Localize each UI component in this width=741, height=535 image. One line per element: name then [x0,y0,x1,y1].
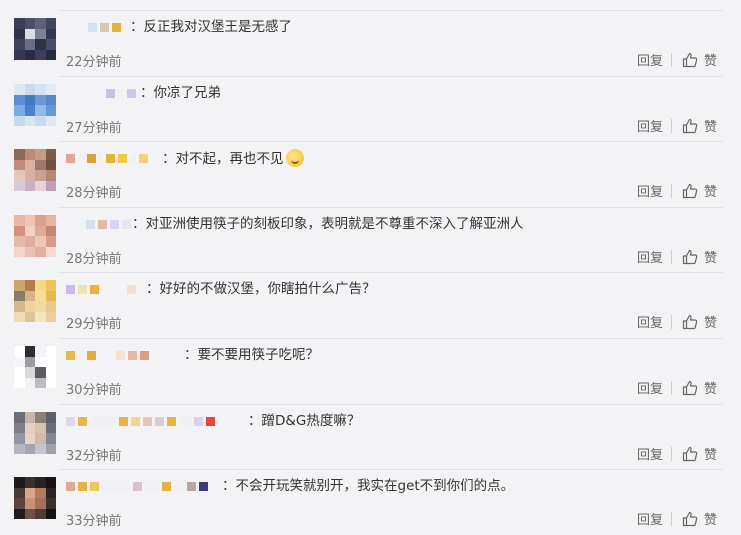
reply-button[interactable]: 回复 [637,116,663,135]
reply-button[interactable]: 回复 [637,444,663,463]
like-label: 赞 [703,120,717,135]
username[interactable] [66,477,211,495]
comment-actions: 回复 赞 [637,312,717,331]
reply-button[interactable]: 回复 [637,181,663,200]
avatar[interactable] [14,84,56,126]
thumbs-up-icon [682,118,698,133]
reply-button[interactable]: 回复 [637,509,663,528]
divider [58,10,723,11]
comment-item: ：对亚洲使用筷子的刻板印象，表明就是不尊重不深入了解亚洲人 28分钟前 回复 赞 [0,207,741,272]
timestamp: 32分钟前 [66,449,122,464]
divider [58,469,723,470]
comment-actions: 回复 赞 [637,247,717,266]
divider [670,446,672,461]
comment-text: ：好好的不做汉堡，你瞎拍什么广告？ [146,281,376,297]
like-label: 赞 [703,185,717,200]
divider [58,404,723,405]
comment-item: ：蹭D&G热度嘛？ 32分钟前 回复 赞 [0,404,741,469]
comment-text: ：要不要用筷子吃呢？ [184,347,319,363]
timestamp: 28分钟前 [66,252,122,267]
thumbs-up-icon [682,511,698,526]
like-label: 赞 [703,54,717,69]
divider [58,207,723,208]
comment-text-content: ：对不起，再也不见 [162,151,284,167]
timestamp: 22分钟前 [66,55,122,70]
divider [58,141,723,142]
avatar[interactable] [14,346,56,388]
reply-button[interactable]: 回复 [637,247,663,266]
username[interactable] [66,412,218,430]
divider [670,380,672,395]
comment-list: ：反正我对汉堡王是无感了 22分钟前 回复 赞 ：你凉了兄弟 27分钟前 回复 [0,0,741,535]
like-label: 赞 [703,448,717,463]
avatar[interactable] [14,412,56,454]
timestamp: 27分钟前 [66,121,122,136]
like-label: 赞 [703,251,717,266]
comment-text: ：对亚洲使用筷子的刻板印象，表明就是不尊重不深入了解亚洲人 [132,216,524,232]
reply-button[interactable]: 回复 [637,378,663,397]
like-button[interactable]: 赞 [682,312,717,331]
thumbs-up-icon [682,314,698,329]
comment-item: ：对不起，再也不见 28分钟前 回复 赞 [0,141,741,206]
like-button[interactable]: 赞 [682,509,717,528]
comment-actions: 回复 赞 [637,116,717,135]
avatar[interactable] [14,149,56,191]
thumbs-up-icon [682,52,698,67]
comment-actions: 回复 赞 [637,509,717,528]
timestamp: 30分钟前 [66,383,122,398]
comment-text: ：对不起，再也不见 [162,149,304,167]
thumbs-up-icon [682,380,698,395]
comment-actions: 回复 赞 [637,181,717,200]
timestamp: 28分钟前 [66,186,122,201]
thumbs-up-icon [682,446,698,461]
thumbs-up-icon [682,249,698,264]
like-label: 赞 [703,316,717,331]
reply-button[interactable]: 回复 [637,312,663,331]
comment-actions: 回复 赞 [637,50,717,69]
comment-text: ：不会开玩笑就别开，我实在get不到你们的点。 [222,478,515,494]
divider [670,118,672,133]
username[interactable] [88,18,124,36]
comment-actions: 回复 赞 [637,444,717,463]
timestamp: 33分钟前 [66,514,122,529]
comment-actions: 回复 赞 [637,378,717,397]
like-label: 赞 [703,382,717,397]
comment-item: ：不会开玩笑就别开，我实在get不到你们的点。 33分钟前 回复 赞 [0,469,741,534]
comment-text: ：反正我对汉堡王是无感了 [130,19,292,35]
avatar[interactable] [14,477,56,519]
username[interactable] [106,84,139,102]
like-button[interactable]: 赞 [682,116,717,135]
reply-button[interactable]: 回复 [637,50,663,69]
comment-text: ：蹭D&G热度嘛？ [248,413,361,429]
divider [58,338,723,339]
username[interactable] [66,149,151,167]
comment-item: ：反正我对汉堡王是无感了 22分钟前 回复 赞 [0,10,741,75]
username[interactable] [66,280,139,298]
comment-item: ：要不要用筷子吃呢？ 30分钟前 回复 赞 [0,338,741,403]
username[interactable] [86,215,134,233]
divider [58,76,723,77]
divider [670,249,672,264]
divider [670,314,672,329]
like-button[interactable]: 赞 [682,444,717,463]
avatar[interactable] [14,280,56,322]
username[interactable] [66,346,152,364]
avatar[interactable] [14,18,56,60]
divider [670,183,672,198]
comment-item: ：好好的不做汉堡，你瞎拍什么广告？ 29分钟前 回复 赞 [0,272,741,337]
divider [670,511,672,526]
divider [670,52,672,67]
smiley-emoji-icon [285,149,304,167]
comment-item: ：你凉了兄弟 27分钟前 回复 赞 [0,76,741,141]
divider [58,272,723,273]
like-button[interactable]: 赞 [682,50,717,69]
thumbs-up-icon [682,183,698,198]
like-button[interactable]: 赞 [682,247,717,266]
like-button[interactable]: 赞 [682,378,717,397]
like-label: 赞 [703,513,717,528]
like-button[interactable]: 赞 [682,181,717,200]
comment-text: ：你凉了兄弟 [140,85,221,101]
timestamp: 29分钟前 [66,317,122,332]
avatar[interactable] [14,215,56,257]
